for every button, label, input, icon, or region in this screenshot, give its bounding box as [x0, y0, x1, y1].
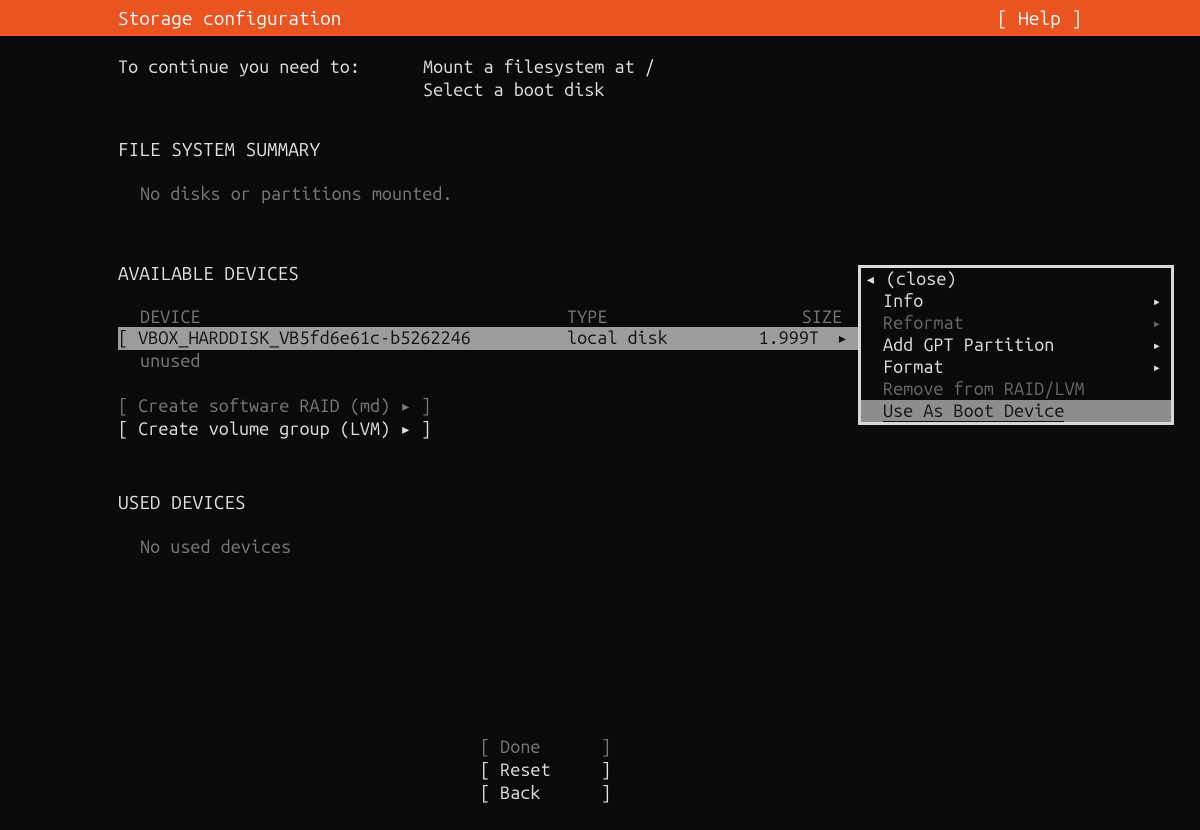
continue-line-1: Mount a filesystem at /: [423, 56, 655, 79]
help-button[interactable]: [ Help ]: [997, 7, 1200, 29]
menu-item-reformat: Reformat ▸: [861, 312, 1171, 334]
back-button[interactable]: [ Back ]: [480, 783, 611, 806]
menu-item-close[interactable]: ◂ (close): [861, 268, 1171, 290]
device-name: VBOX_HARDDISK_VB5fd6e61c-b5262246: [138, 328, 471, 348]
device-expand-icon: ▸: [819, 328, 852, 349]
column-size: SIZE: [747, 307, 842, 327]
fs-summary-title: FILE SYSTEM SUMMARY: [118, 138, 1200, 161]
column-device: DEVICE: [140, 307, 567, 327]
used-devices-title: USED DEVICES: [118, 491, 1200, 514]
menu-item-label: Add GPT Partition: [883, 335, 1054, 355]
page-title: Storage configuration: [0, 7, 341, 29]
continue-line-2: Select a boot disk: [423, 79, 604, 102]
continue-prompt-line2: Select a boot disk: [118, 79, 1200, 102]
menu-item-label: Use As Boot Device: [883, 401, 1064, 422]
menu-item-format[interactable]: Format ▸: [861, 356, 1171, 378]
main-content: To continue you need to: Mount a filesys…: [0, 36, 1200, 559]
menu-item-info[interactable]: Info ▸: [861, 290, 1171, 312]
menu-item-useasbootdevice[interactable]: Use As Boot Device: [861, 400, 1171, 422]
device-size: 1.999T: [747, 328, 819, 349]
done-button: [ Done ]: [480, 737, 611, 760]
menu-item-label: Reformat: [883, 313, 964, 333]
menu-item-label: Remove from RAID/LVM: [883, 379, 1085, 399]
device-context-menu: ◂ (close)Info▸Reformat▸Add GPT Partition…: [858, 265, 1174, 425]
header-bar: Storage configuration [ Help ]: [0, 0, 1200, 36]
menu-item-removefromraidlvm: Remove from RAID/LVM: [861, 378, 1171, 400]
used-devices-empty: No used devices: [118, 536, 1200, 559]
menu-item-addgptpartition[interactable]: Add GPT Partition ▸: [861, 334, 1171, 356]
menu-item-label: ◂ (close): [865, 269, 956, 290]
chevron-right-icon: ▸: [1153, 337, 1161, 354]
bottom-buttons: [ Done ] [ Reset ] [ Back ]: [480, 737, 611, 806]
fs-summary-empty: No disks or partitions mounted.: [118, 183, 1200, 206]
chevron-right-icon: ▸: [1153, 293, 1161, 310]
device-row[interactable]: [ VBOX_HARDDISK_VB5fd6e61c-b5262246 loca…: [118, 327, 863, 350]
device-type: local disk: [567, 328, 747, 349]
continue-prompt: To continue you need to: Mount a filesys…: [118, 56, 1200, 79]
chevron-right-icon: ▸: [1153, 315, 1161, 332]
chevron-right-icon: ▸: [1153, 359, 1161, 376]
continue-label: To continue you need to:: [118, 56, 423, 79]
menu-item-label: Info: [883, 291, 923, 311]
column-type: TYPE: [567, 307, 747, 327]
reset-button[interactable]: [ Reset ]: [480, 760, 611, 783]
menu-item-label: Format: [883, 357, 943, 377]
